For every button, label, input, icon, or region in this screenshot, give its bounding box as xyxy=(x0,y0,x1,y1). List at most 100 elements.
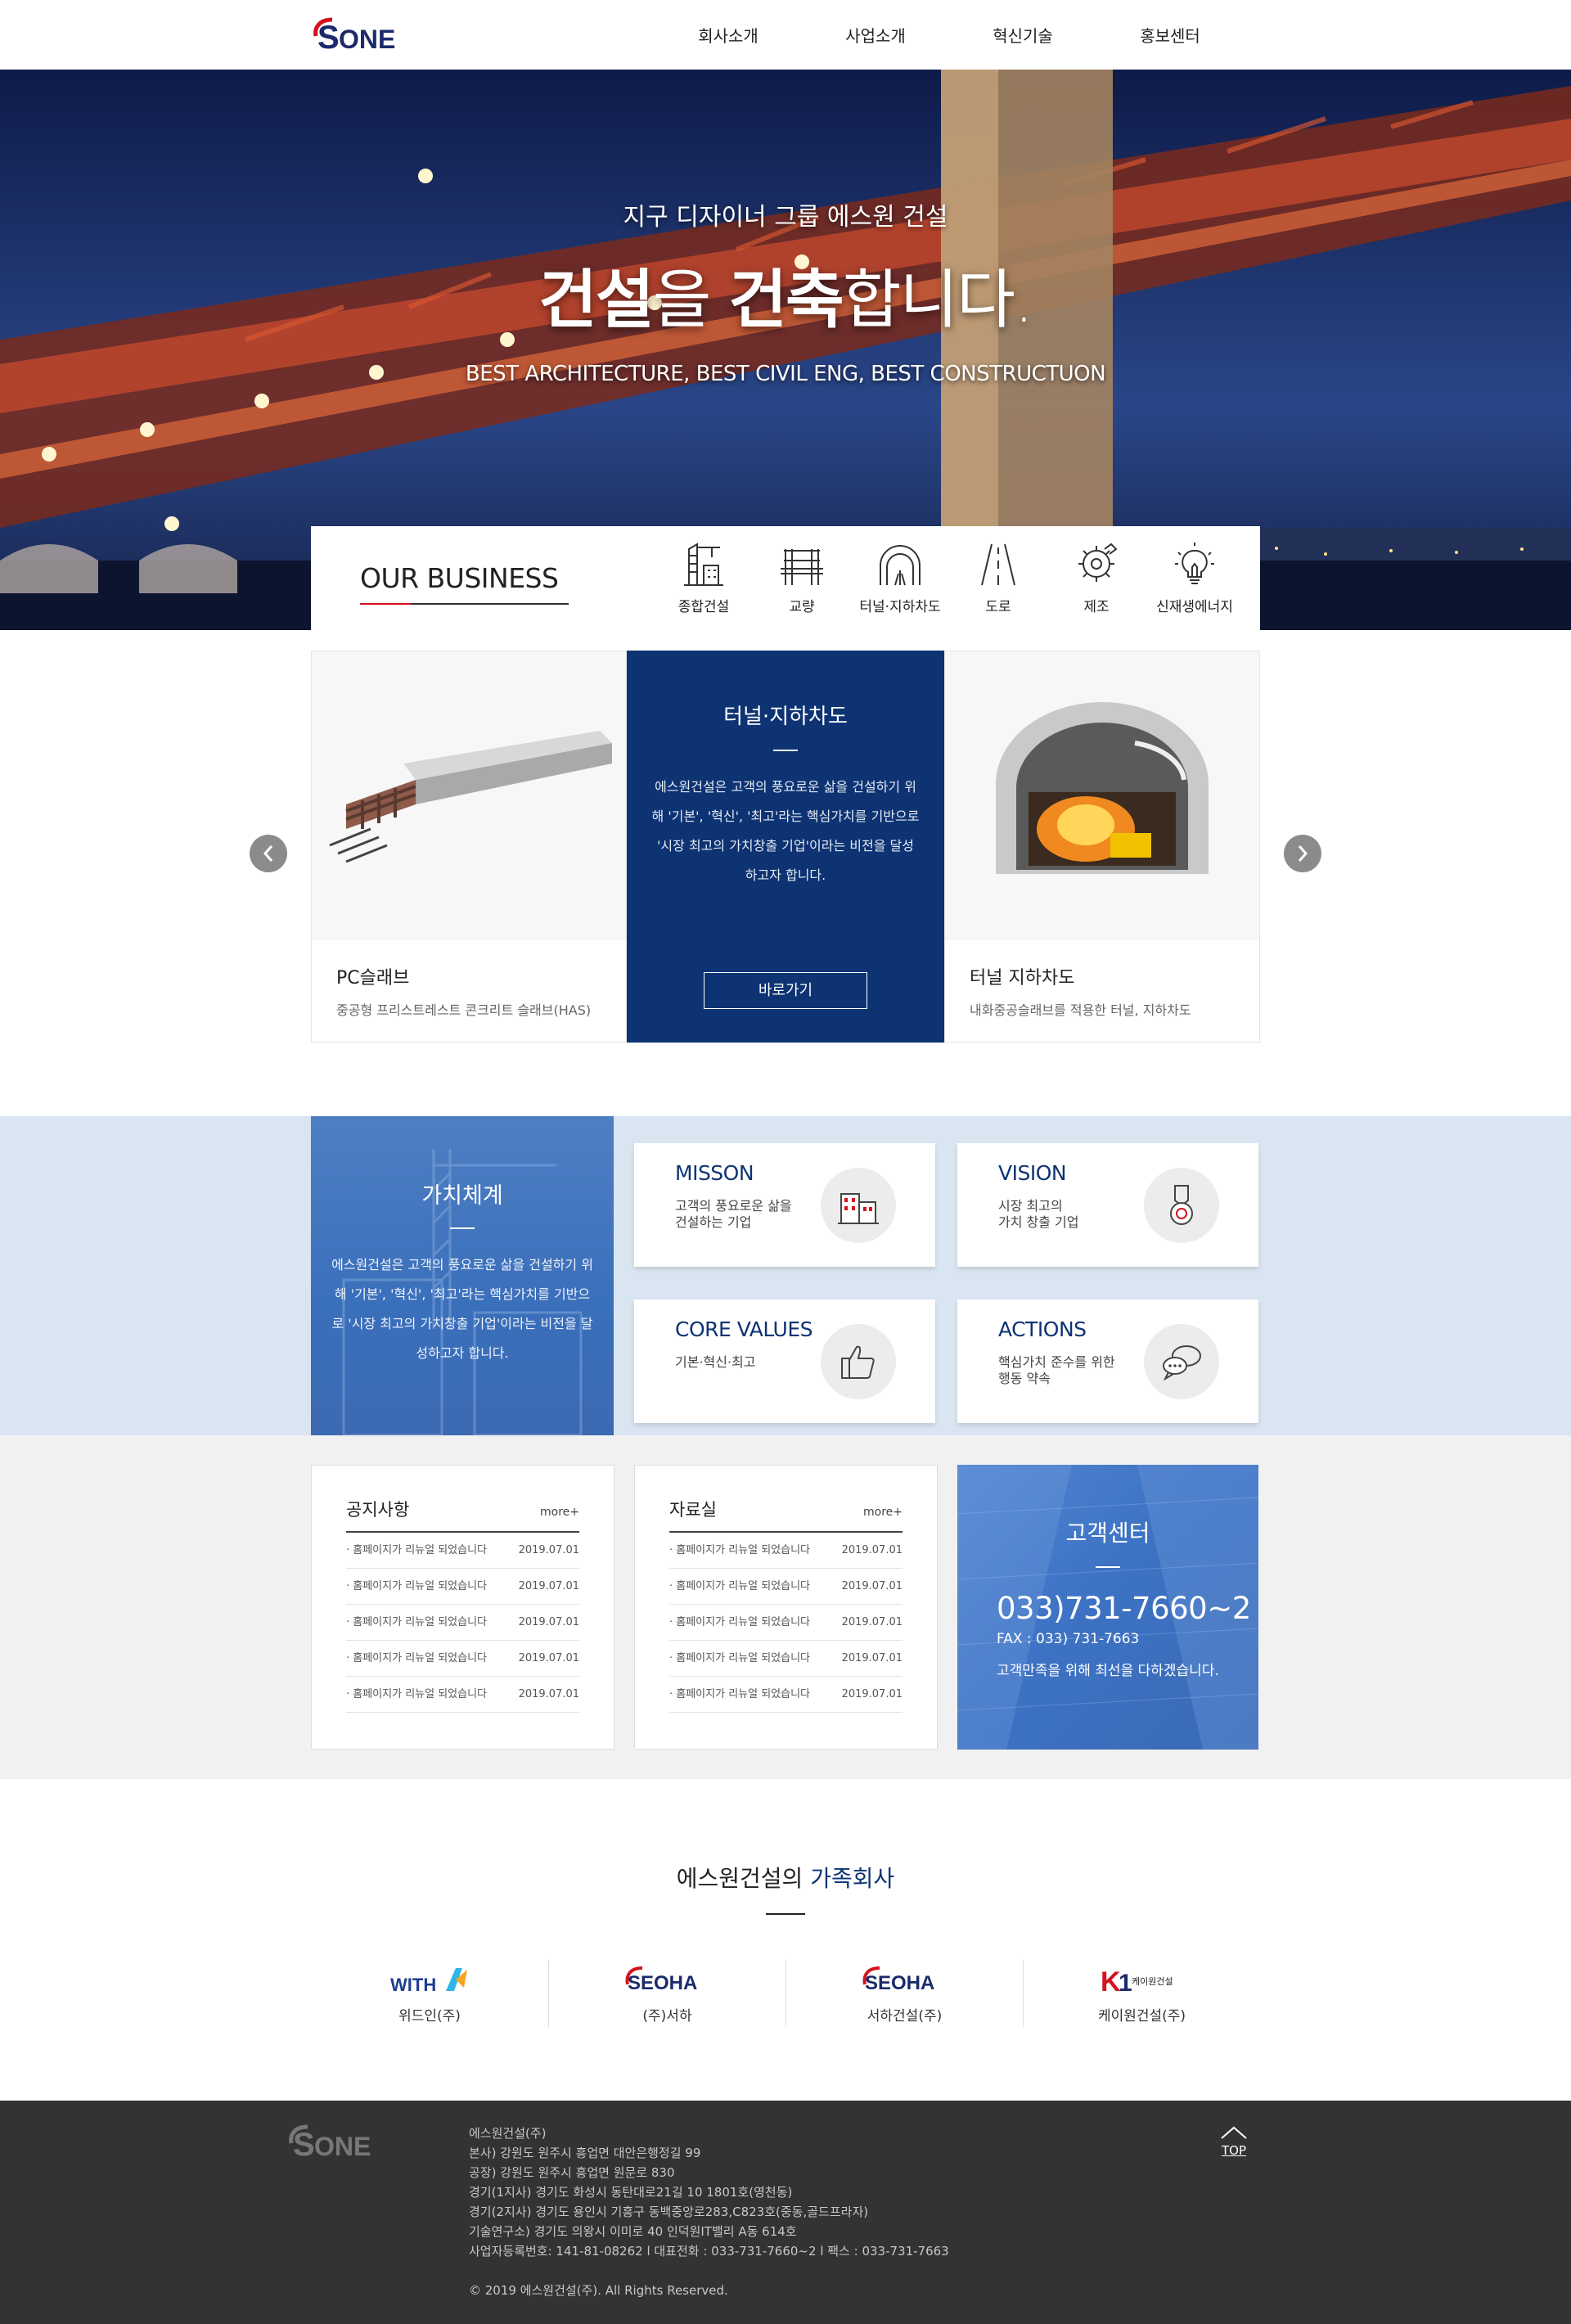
biz-label: 교량 xyxy=(789,599,815,615)
biz-general-construction[interactable]: 종합건설 xyxy=(655,541,753,615)
footer-address-hq: 본사) 강원도 원주시 흥업면 대안은행정길 99 xyxy=(469,2146,701,2160)
family-title: 에스원건설의 가족회사 xyxy=(676,1865,895,1892)
footer-address-lab: 기술연구소) 경기도 의왕시 이미로 40 인덕원IT밸리 A동 614호 xyxy=(469,2224,797,2239)
hero-title: 건설을 건축합니다. xyxy=(538,263,1034,337)
customer-center: 고객센터 033)731-7660~2 FAX : 033) 731-7663 … xyxy=(957,1465,1258,1750)
value-card-title: VISION xyxy=(998,1161,1067,1185)
slide-card-pc-slab[interactable]: PC슬래브 중공형 프리스트레스트 콘크리트 슬래브(HAS) xyxy=(311,651,627,1043)
biz-bridge[interactable]: 교량 xyxy=(753,541,851,615)
business-icon-list: 종합건설 교량 터널·지하차도 도로 제조 신재생에너지 xyxy=(655,541,1244,615)
chat-icon xyxy=(1163,1345,1201,1380)
archive-board: 자료실 more+ · 홈페이지가 리뉴얼 되었습니다 2019.07.01 · … xyxy=(634,1465,938,1750)
value-card-title: MISSON xyxy=(675,1161,754,1185)
footer-logo: S ONE xyxy=(286,2124,469,2300)
road-icon xyxy=(981,543,1015,586)
archive-row[interactable]: · 홈페이지가 리뉴얼 되었습니다 2019.07.01 xyxy=(669,1533,903,1569)
family-company-list: WITH 위드인(주) SEOHA (주)서하 SEOHA 서하건설(주) K … xyxy=(0,1960,1571,2027)
family-company-within[interactable]: WITH 위드인(주) xyxy=(311,1960,548,2027)
biz-manufacturing[interactable]: 제조 xyxy=(1047,541,1146,615)
slide-desc: 에스원건설은 고객의 풍요로운 삶을 건설하기 위해 '기본', '혁신', '… xyxy=(651,779,920,883)
site-footer: S ONE 에스원건설(주) 본사) 강원도 원주시 흥업면 대안은행정길 99… xyxy=(0,2101,1571,2324)
notice-row[interactable]: · 홈페이지가 리뉴얼 되었습니다 2019.07.01 xyxy=(346,1641,579,1677)
notice-row[interactable]: · 홈페이지가 리뉴얼 되었습니다 2019.07.01 xyxy=(346,1569,579,1605)
archive-row[interactable]: · 홈페이지가 리뉴얼 되었습니다 2019.07.01 xyxy=(669,1569,903,1605)
slide-desc: 내화중공슬래브를 적용한 터널, 지하차도 xyxy=(970,1002,1191,1018)
svg-text:케이원건설: 케이원건설 xyxy=(1132,1976,1173,1987)
svg-text:SEOHA: SEOHA xyxy=(628,1972,697,1994)
notice-row[interactable]: · 홈페이지가 리뉴얼 되었습니다 2019.07.01 xyxy=(346,1605,579,1641)
divider xyxy=(773,750,798,751)
family-company-name: (주)서하 xyxy=(642,2007,692,2024)
customer-center-title: 고객센터 xyxy=(1065,1520,1150,1547)
family-company-seoha-construction[interactable]: SEOHA 서하건설(주) xyxy=(786,1960,1023,2027)
site-header: S ONE 회사소개 사업소개 혁신기술 홍보센터 xyxy=(0,0,1571,70)
value-system-title: 가치체계 xyxy=(421,1183,503,1209)
our-business-title: OUR BUSINESS xyxy=(311,562,655,605)
board-section: 공지사항 more+ · 홈페이지가 리뉴얼 되었습니다 2019.07.01 ·… xyxy=(0,1435,1571,1779)
notice-board: 공지사항 more+ · 홈페이지가 리뉴얼 되었습니다 2019.07.01 ·… xyxy=(311,1465,614,1750)
notice-more-link[interactable]: more+ xyxy=(540,1506,579,1519)
biz-label: 도로 xyxy=(985,599,1011,615)
thumbs-up-icon xyxy=(841,1345,875,1379)
biz-road[interactable]: 도로 xyxy=(949,541,1047,615)
family-company-name: 위드인(주) xyxy=(398,2007,461,2024)
nav-company[interactable]: 회사소개 xyxy=(655,23,802,47)
family-company-seoha[interactable]: SEOHA (주)서하 xyxy=(548,1960,786,2027)
svg-text:S: S xyxy=(293,2127,315,2161)
nav-business[interactable]: 사업소개 xyxy=(802,23,949,47)
svg-text:SEOHA: SEOHA xyxy=(865,1972,934,1994)
value-card-core-values[interactable]: CORE VALUES 기본·혁신·최고 xyxy=(634,1299,935,1423)
slide-card-tunnel-underpass[interactable]: 터널 지하차도 내화중공슬래브를 적용한 터널, 지하차도 xyxy=(944,651,1260,1043)
scroll-top-label: TOP xyxy=(1221,2143,1246,2158)
svg-text:WITH: WITH xyxy=(390,1975,436,1995)
thumbs-up-icon-wrap xyxy=(821,1324,896,1399)
value-card-mission[interactable]: MISSON 고객의 풍요로운 삶을 건설하는 기업 xyxy=(634,1143,935,1267)
nav-innovation[interactable]: 혁신기술 xyxy=(949,23,1096,47)
biz-renewable-energy[interactable]: 신재생에너지 xyxy=(1146,541,1244,615)
nav-pr[interactable]: 홍보센터 xyxy=(1096,23,1244,47)
biz-label: 종합건설 xyxy=(677,599,730,615)
archive-row[interactable]: · 홈페이지가 리뉴얼 되었습니다 2019.07.01 xyxy=(669,1641,903,1677)
pc-slab-image xyxy=(312,651,626,940)
business-slider-section: PC슬래브 중공형 프리스트레스트 콘크리트 슬래브(HAS) 터널·지하차도 … xyxy=(0,630,1571,1116)
site-logo[interactable]: S ONE xyxy=(311,15,405,56)
slide-title: PC슬래브 xyxy=(336,968,410,989)
value-system-panel: 가치체계 에스원건설은 고객의 풍요로운 삶을 건설하기 위해 '기본', '혁… xyxy=(311,1116,614,1435)
archive-more-link[interactable]: more+ xyxy=(863,1506,903,1519)
value-card-vision[interactable]: VISION 시장 최고의 가치 창출 기업 xyxy=(957,1143,1258,1267)
value-card-desc: 핵심가치 준수를 위한 행동 약속 xyxy=(998,1354,1115,1386)
slider-next-button[interactable] xyxy=(1284,835,1321,872)
chat-icon-wrap xyxy=(1144,1324,1219,1399)
notice-title: 공지사항 xyxy=(346,1500,410,1520)
footer-info: 에스원건설(주) 본사) 강원도 원주시 흥업면 대안은행정길 99 공장) 강… xyxy=(469,2124,949,2300)
k1-logo: K 1 케이원건설 xyxy=(1101,1966,1173,1996)
hero-english-tagline: BEST ARCHITECTURE, BEST CIVIL ENG, BEST … xyxy=(465,362,1106,386)
slider-prev-button[interactable] xyxy=(250,835,287,872)
footer-business-number: 사업자등록번호: 141-81-08262 l 대표전화 : 033-731-7… xyxy=(469,2244,949,2259)
svg-text:ONE: ONE xyxy=(314,2132,371,2161)
value-card-actions[interactable]: ACTIONS 핵심가치 준수를 위한 행동 약속 xyxy=(957,1299,1258,1423)
family-company-k1[interactable]: K 1 케이원건설 케이원건설(주) xyxy=(1023,1960,1260,2027)
lightbulb-icon xyxy=(1175,543,1214,584)
value-card-desc: 고객의 풍요로운 삶을 건설하는 기업 xyxy=(675,1198,792,1230)
medal-icon xyxy=(1170,1185,1193,1225)
value-card-title: ACTIONS xyxy=(998,1317,1087,1341)
archive-row[interactable]: · 홈페이지가 리뉴얼 되었습니다 2019.07.01 xyxy=(669,1605,903,1641)
value-system-desc: 에스원건설은 고객의 풍요로운 삶을 건설하기 위해 '기본', '혁신', '… xyxy=(331,1257,593,1361)
go-button[interactable]: 바로가기 xyxy=(704,972,867,1009)
archive-row[interactable]: · 홈페이지가 리뉴얼 되었습니다 2019.07.01 xyxy=(669,1677,903,1713)
customer-phone[interactable]: 033)731-7660~2 xyxy=(997,1591,1258,1626)
seoha-logo: SEOHA xyxy=(625,1966,697,1994)
divider xyxy=(450,1227,475,1229)
value-card-desc: 기본·혁신·최고 xyxy=(675,1354,756,1370)
notice-row[interactable]: · 홈페이지가 리뉴얼 되었습니다 2019.07.01 xyxy=(346,1533,579,1569)
biz-tunnel[interactable]: 터널·지하차도 xyxy=(851,541,949,615)
notice-row[interactable]: · 홈페이지가 리뉴얼 되었습니다 2019.07.01 xyxy=(346,1677,579,1713)
scroll-top-button[interactable]: TOP xyxy=(1220,2125,1248,2158)
bridge-icon xyxy=(781,549,823,585)
tunnel-image xyxy=(945,651,1259,940)
slide-desc: 중공형 프리스트레스트 콘크리트 슬래브(HAS) xyxy=(336,1002,592,1018)
hero-subtitle: 지구 디자이너 그룹 에스원 건설 xyxy=(623,203,948,232)
seoha-construction-logo: SEOHA xyxy=(862,1966,934,1994)
building-icon xyxy=(838,1193,879,1224)
